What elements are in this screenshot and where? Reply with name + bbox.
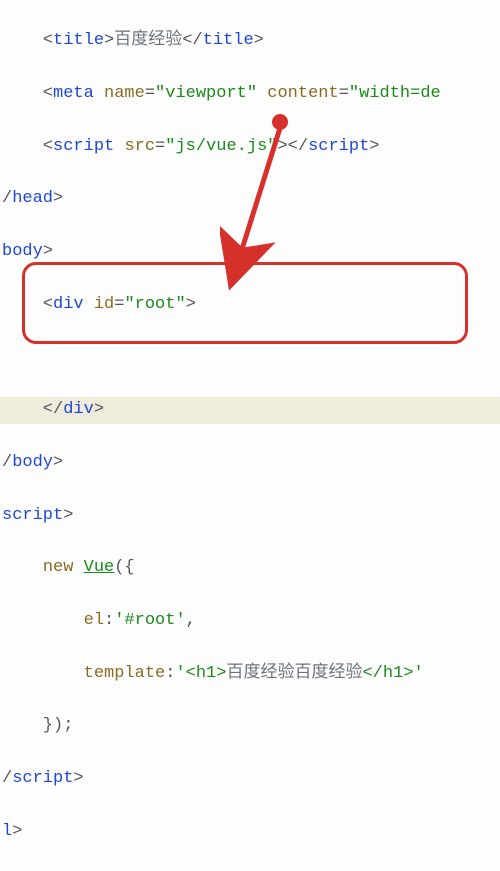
code-line: });: [0, 713, 500, 739]
code-line: <div id="root">: [0, 292, 500, 318]
code-line: new Vue({: [0, 555, 500, 581]
code-line: l>: [0, 819, 500, 845]
code-line: el:'#root',: [0, 608, 500, 634]
code-line: body>: [0, 239, 500, 265]
code-line-highlighted: </div>: [0, 397, 500, 423]
code-line: /script>: [0, 766, 500, 792]
code-line: template:'<h1>百度经验百度经验</h1>': [0, 661, 500, 687]
code-line: [0, 344, 500, 370]
code-line: <script src="js/vue.js"></script>: [0, 134, 500, 160]
code-line: /body>: [0, 450, 500, 476]
code-line: <meta name="viewport" content="width=de: [0, 81, 500, 107]
code-line: <title>百度经验</title>: [0, 28, 500, 54]
code-line: /head>: [0, 186, 500, 212]
code-line: script>: [0, 503, 500, 529]
code-block: <title>百度经验</title> <meta name="viewport…: [0, 0, 500, 871]
